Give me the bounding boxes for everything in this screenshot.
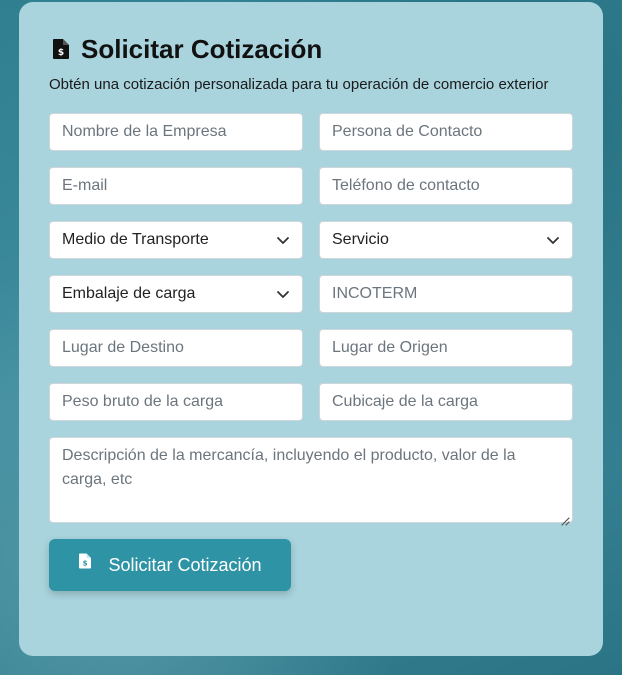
goods-description-placeholder: Descripción de la mercancía, incluyendo … [62,447,516,488]
email-placeholder: E-mail [62,177,108,194]
gross-weight-input[interactable]: Peso bruto de la carga [49,383,303,421]
gross-weight-placeholder: Peso bruto de la carga [62,393,223,410]
chevron-down-icon [276,287,290,301]
service-select[interactable]: Servicio [319,221,573,259]
goods-description-textarea[interactable]: Descripción de la mercancía, incluyendo … [49,437,573,526]
chevron-down-icon [276,233,290,247]
destination-input[interactable]: Lugar de Destino [49,329,303,367]
submit-quote-label: Solicitar Cotización [108,554,262,575]
form-header: $ Solicitar Cotización [49,32,573,66]
phone-placeholder: Teléfono de contacto [332,177,480,194]
svg-text:$: $ [83,560,88,568]
origin-placeholder: Lugar de Origen [332,339,448,356]
service-selected-value: Servicio [332,231,389,248]
company-name-input[interactable]: Nombre de la Empresa [49,113,303,151]
transport-select[interactable]: Medio de Transporte [49,221,303,259]
form-fields-grid: Nombre de la Empresa Persona de Contacto… [49,113,573,421]
chevron-down-icon [546,233,560,247]
company-name-placeholder: Nombre de la Empresa [62,123,227,140]
file-invoice-dollar-icon: $ [51,38,71,60]
packaging-selected-value: Embalaje de carga [62,285,196,302]
transport-selected-value: Medio de Transporte [62,231,209,248]
origin-input[interactable]: Lugar de Origen [319,329,573,367]
phone-input[interactable]: Teléfono de contacto [319,167,573,205]
submit-quote-button[interactable]: $ Solicitar Cotización [49,539,291,591]
destination-placeholder: Lugar de Destino [62,339,184,356]
packaging-select[interactable]: Embalaje de carga [49,275,303,313]
form-subtitle: Obtén una cotización personalizada para … [49,76,549,93]
incoterm-placeholder: INCOTERM [332,285,418,302]
svg-text:$: $ [58,48,64,58]
resize-handle-icon[interactable] [560,510,570,526]
email-input[interactable]: E-mail [49,167,303,205]
contact-person-input[interactable]: Persona de Contacto [319,113,573,151]
page-title: Solicitar Cotización [81,34,323,64]
incoterm-input[interactable]: INCOTERM [319,275,573,313]
contact-person-placeholder: Persona de Contacto [332,123,483,140]
quote-form-card: $ Solicitar Cotización Obtén una cotizac… [19,2,603,656]
cargo-volume-input[interactable]: Cubicaje de la carga [319,383,573,421]
cargo-volume-placeholder: Cubicaje de la carga [332,393,478,410]
file-invoice-dollar-icon: $ [78,553,92,569]
